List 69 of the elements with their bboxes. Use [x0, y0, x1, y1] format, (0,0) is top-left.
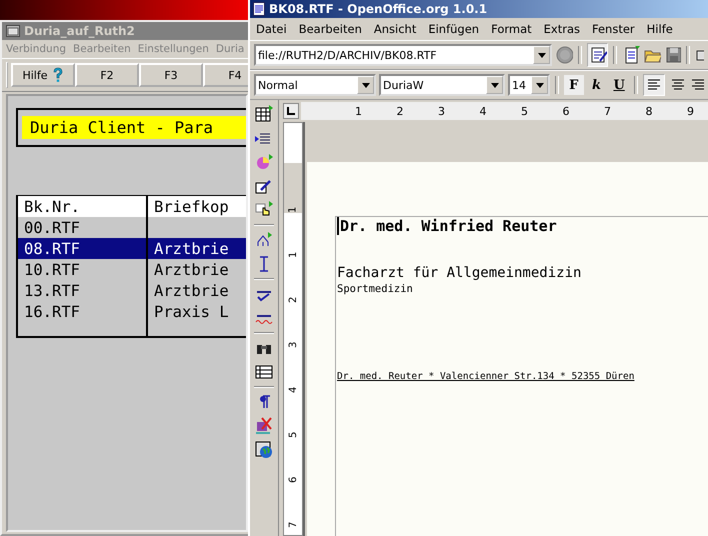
table-cell: 16.RTF	[24, 302, 80, 320]
column-header: Briefkop	[153, 196, 230, 217]
ruler-number: 8	[646, 104, 654, 118]
function-button[interactable]: Hilfe	[11, 63, 75, 87]
table-cell: 08.RTF	[24, 240, 80, 258]
table-row[interactable]: 08.RTF Arztbrie	[18, 238, 246, 259]
ruler-number: 7	[604, 104, 612, 118]
menu-item[interactable]: Bearbeiten	[298, 22, 362, 36]
ruler-number: 1	[284, 163, 302, 213]
table-row[interactable]: 10.RTF Arztbrie	[18, 259, 246, 280]
column-header: Bk.Nr.	[18, 196, 148, 217]
table-cell: Arztbrie	[154, 260, 229, 278]
url-field[interactable]: file://RUTH2/D/ARCHIV/BK08.RTF	[254, 44, 552, 66]
menu-item[interactable]: Einfügen	[428, 22, 480, 36]
ruler-number: 4	[480, 104, 488, 118]
ruler-number: 5	[521, 104, 529, 118]
table-cell: 13.RTF	[24, 282, 80, 300]
ruler-number: 6	[288, 476, 298, 483]
ruler-number: 6	[562, 104, 570, 118]
ruler-number: 7	[288, 520, 298, 528]
format-button[interactable]: k	[586, 75, 606, 95]
document-icon	[252, 2, 266, 16]
menu-item[interactable]: Fenster	[592, 22, 635, 36]
globe-icon[interactable]	[254, 440, 274, 460]
style-dropdown[interactable]: Normal	[254, 74, 376, 96]
ruler-number: 4	[288, 386, 298, 393]
delete-image-icon[interactable]	[254, 416, 274, 436]
menu-item[interactable]: Ansicht	[374, 22, 416, 36]
function-button[interactable]: F2	[75, 63, 139, 87]
ruler-number: 5	[288, 430, 298, 438]
table-cell: Praxis L	[154, 302, 229, 320]
window-title: Duria_auf_Ruth2	[24, 24, 135, 38]
document-heading: Dr. med. Winfried Reuter	[337, 217, 708, 235]
menu-item[interactable]: Format	[491, 22, 532, 36]
table-cell: Arztbrie	[154, 240, 229, 258]
format-button[interactable]: U	[609, 75, 629, 95]
window-title: BK08.RTF - OpenOffice.org 1.0.1	[269, 2, 488, 16]
ruler-number: 1	[355, 104, 363, 118]
font-size-dropdown[interactable]: 14	[508, 74, 550, 96]
font-dropdown[interactable]: DuriaW	[379, 74, 505, 96]
banner-title: Duria Client - Para	[22, 116, 246, 139]
edit-document-icon[interactable]	[586, 43, 608, 67]
table-cell: 00.RTF	[24, 218, 80, 236]
table-icon[interactable]	[254, 104, 274, 124]
menu-item[interactable]: Hilfe	[646, 22, 673, 36]
function-button[interactable]: F3	[139, 63, 203, 87]
ruler-number: 2	[396, 104, 404, 118]
sender-address: Dr. med. Reuter * Valencienner Str.134 * 52355 Düren	[337, 371, 636, 382]
ruler-number: 9	[687, 104, 695, 118]
tab-stop-icon[interactable]	[283, 103, 299, 119]
stop-icon[interactable]	[555, 45, 573, 65]
save-icon[interactable]	[664, 45, 682, 65]
help-icon	[52, 67, 64, 83]
align-left-icon[interactable]	[642, 74, 665, 96]
table-row[interactable]: 16.RTF Praxis L	[18, 301, 246, 322]
table-cell: Arztbrie	[154, 282, 229, 300]
window-icon	[6, 25, 20, 37]
table-row[interactable]: 13.RTF Arztbrie	[18, 280, 246, 301]
function-button[interactable]: F4	[203, 63, 248, 87]
table-cell: 10.RTF	[24, 260, 80, 278]
ruler-number: 3	[288, 340, 298, 348]
ruler-number: 3	[438, 104, 446, 118]
menu-item[interactable]: Datei	[256, 22, 287, 36]
menu-item[interactable]: Extras	[544, 22, 580, 36]
document-text: Facharzt für Allgemeinmedizin	[337, 265, 582, 281]
document-text: Sportmedizin	[337, 283, 414, 295]
ruler-number: 1	[288, 250, 298, 258]
ruler-number: 2	[288, 296, 298, 303]
format-button[interactable]: F	[564, 75, 584, 95]
